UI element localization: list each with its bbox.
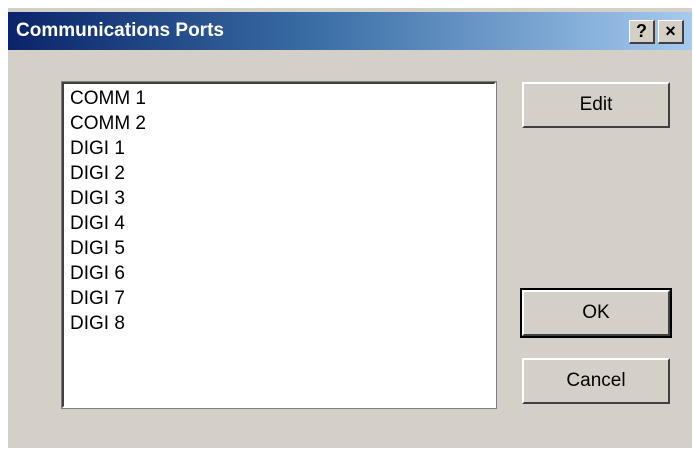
port-item[interactable]: DIGI 8	[70, 311, 125, 336]
communications-ports-dialog: Communications Ports ? × COMM 1 COMM 2 D…	[8, 8, 692, 448]
close-button[interactable]: ×	[658, 20, 684, 44]
cancel-button[interactable]: Cancel	[522, 358, 670, 404]
port-item[interactable]: DIGI 7	[70, 286, 125, 311]
port-item[interactable]: DIGI 2	[70, 161, 125, 186]
help-button[interactable]: ?	[629, 20, 655, 44]
ok-button[interactable]: OK	[520, 288, 672, 338]
window-title: Communications Ports	[16, 20, 224, 41]
ports-listbox[interactable]: COMM 1 COMM 2 DIGI 1 DIGI 2 DIGI 3 DIGI …	[61, 81, 497, 409]
port-item[interactable]: DIGI 3	[70, 186, 125, 211]
edit-button[interactable]: Edit	[522, 82, 670, 128]
port-item[interactable]: COMM 2	[70, 111, 146, 136]
title-bar[interactable]: Communications Ports ? ×	[8, 12, 692, 50]
port-item[interactable]: DIGI 1	[70, 136, 125, 161]
port-item[interactable]: DIGI 5	[70, 236, 125, 261]
port-item[interactable]: DIGI 6	[70, 261, 125, 286]
port-item[interactable]: COMM 1	[70, 86, 146, 111]
port-item[interactable]: DIGI 4	[70, 211, 125, 236]
